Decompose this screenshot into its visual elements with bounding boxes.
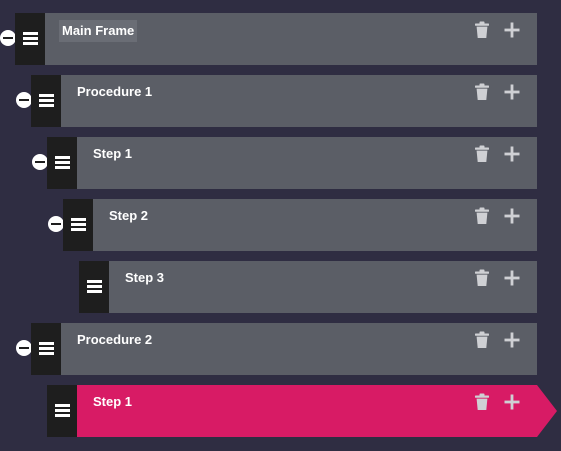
- selected-node-panel[interactable]: Step 1: [77, 385, 557, 437]
- drag-handle[interactable]: [79, 261, 109, 313]
- collapse-icon[interactable]: [32, 154, 48, 170]
- tree-editor: Main Frame Procedure 1 Step 1 Step 2 Step 3 P…: [0, 0, 561, 451]
- node-panel[interactable]: Step 3: [109, 261, 537, 313]
- collapse-icon[interactable]: [16, 92, 32, 108]
- plus-icon[interactable]: [503, 83, 521, 101]
- tree-row-main-frame-0[interactable]: Main Frame: [0, 13, 561, 65]
- node-label: Main Frame: [59, 20, 138, 42]
- tree-row-step-1-6[interactable]: Step 1: [0, 385, 561, 437]
- drag-handle[interactable]: [63, 199, 93, 251]
- node-label: Step 3: [125, 270, 165, 285]
- trash-icon[interactable]: [473, 21, 491, 39]
- trash-icon[interactable]: [473, 83, 491, 101]
- plus-icon[interactable]: [503, 393, 521, 411]
- plus-icon[interactable]: [503, 269, 521, 287]
- node-label: Procedure 2: [77, 332, 153, 347]
- tree-row-step-2-3[interactable]: Step 2: [0, 199, 561, 251]
- node-label: Step 1: [93, 394, 133, 409]
- tree-row-procedure-2-5[interactable]: Procedure 2: [0, 323, 561, 375]
- hamburger-icon: [55, 156, 70, 169]
- drag-handle[interactable]: [47, 385, 77, 437]
- trash-icon[interactable]: [473, 393, 491, 411]
- collapse-icon[interactable]: [16, 340, 32, 356]
- hamburger-icon: [55, 404, 70, 417]
- tree-row-procedure-1-1[interactable]: Procedure 1: [0, 75, 561, 127]
- hamburger-icon: [23, 32, 38, 45]
- trash-icon[interactable]: [473, 331, 491, 349]
- plus-icon[interactable]: [503, 145, 521, 163]
- collapse-icon[interactable]: [0, 30, 16, 46]
- hamburger-icon: [39, 94, 54, 107]
- node-panel[interactable]: Step 1: [77, 137, 537, 189]
- drag-handle[interactable]: [31, 75, 61, 127]
- collapse-icon[interactable]: [48, 216, 64, 232]
- drag-handle[interactable]: [47, 137, 77, 189]
- tree-row-step-3-4[interactable]: Step 3: [0, 261, 561, 313]
- tree-row-step-1-2[interactable]: Step 1: [0, 137, 561, 189]
- plus-icon[interactable]: [503, 21, 521, 39]
- trash-icon[interactable]: [473, 207, 491, 225]
- hamburger-icon: [71, 218, 86, 231]
- drag-handle[interactable]: [15, 13, 45, 65]
- hamburger-icon: [87, 280, 102, 293]
- plus-icon[interactable]: [503, 331, 521, 349]
- node-panel[interactable]: Procedure 1: [61, 75, 537, 127]
- hamburger-icon: [39, 342, 54, 355]
- node-panel[interactable]: Main Frame: [45, 13, 537, 65]
- drag-handle[interactable]: [31, 323, 61, 375]
- trash-icon[interactable]: [473, 269, 491, 287]
- node-label: Step 1: [93, 146, 133, 161]
- node-label: Procedure 1: [77, 84, 153, 99]
- plus-icon[interactable]: [503, 207, 521, 225]
- node-label: Step 2: [109, 208, 149, 223]
- node-panel[interactable]: Step 2: [93, 199, 537, 251]
- trash-icon[interactable]: [473, 145, 491, 163]
- node-panel[interactable]: Procedure 2: [61, 323, 537, 375]
